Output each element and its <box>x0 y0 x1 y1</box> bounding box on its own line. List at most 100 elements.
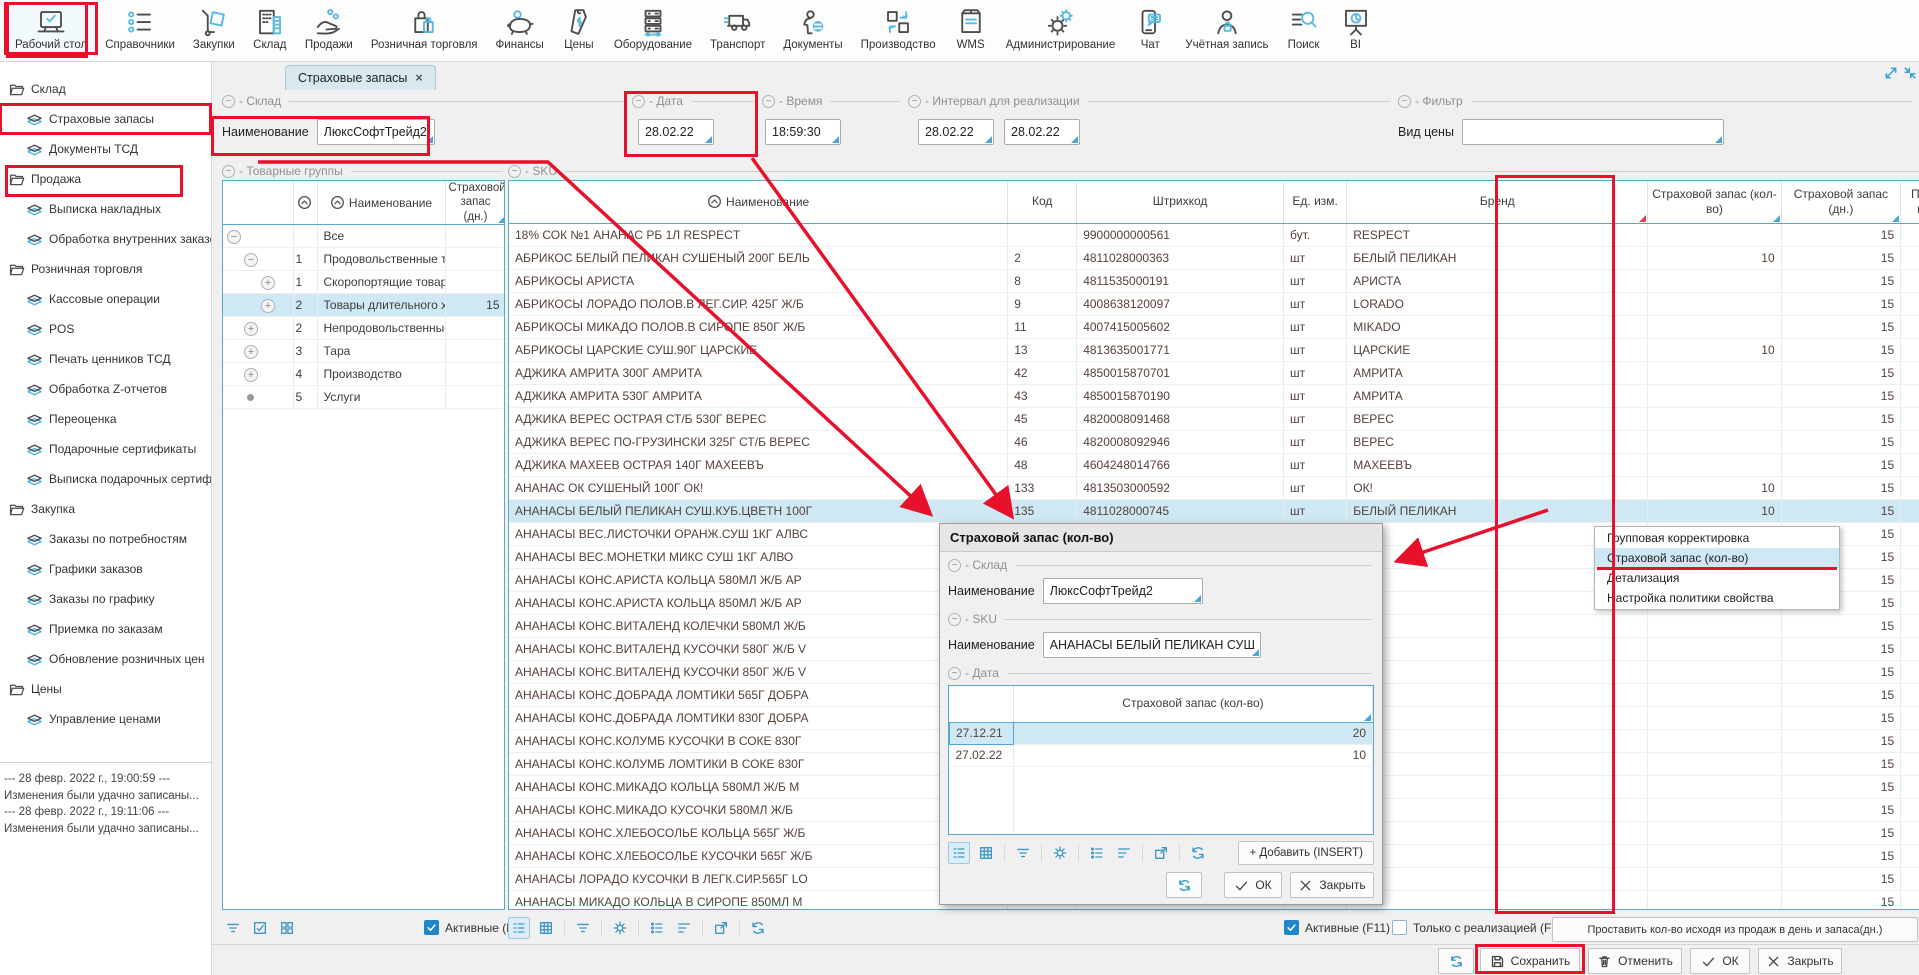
expand-node-icon[interactable]: + <box>261 299 275 313</box>
sidebar-item[interactable]: Кассовые операции <box>0 284 211 314</box>
warehouse-name-input[interactable] <box>317 119 435 145</box>
sku-row[interactable]: АДЖИКА ВЕРЕС ОСТРАЯ СТ/Б 530Г ВЕРЕС45482… <box>509 407 1919 430</box>
days-column-header[interactable]: Страховой запас (дн.) <box>445 181 505 225</box>
sku-row[interactable]: АБРИКОСЫ ЦАРСКИЕ СУШ.90Г ЦАРСКИЕ13481363… <box>509 338 1919 361</box>
numbered-list-icon[interactable] <box>1086 842 1108 864</box>
sidebar-folder[interactable]: Цены <box>0 674 211 704</box>
sidebar-item[interactable]: Заказы по потребностям <box>0 524 211 554</box>
checkbox-active-f11[interactable]: Активные (F11) <box>1284 920 1390 935</box>
column-header[interactable]: Наименование <box>509 181 1008 223</box>
sidebar-item[interactable]: Приемка по заказам <box>0 614 211 644</box>
column-header[interactable]: Страховой запас (дн.) <box>1781 181 1901 223</box>
toolbar-item-catalogs[interactable]: Справочники <box>96 4 184 53</box>
sku-row[interactable]: АБРИКОС БЕЛЫЙ ПЕЛИКАН СУШЕНЫЙ 200Г БЕЛЬ2… <box>509 246 1919 269</box>
dialog-date-row[interactable]: 27.12.2120 <box>950 722 1373 744</box>
interval-to-input[interactable] <box>1004 119 1080 145</box>
toolbar-item-purchases[interactable]: Закупки <box>184 4 244 53</box>
toolbar-item-administration[interactable]: Администрирование <box>997 4 1125 53</box>
sku-row[interactable]: 18% СОК №1 АНАНАС РБ 1Л RESPECT990000000… <box>509 223 1919 246</box>
collapse-icon[interactable]: − <box>762 95 775 108</box>
restore-icon[interactable] <box>1903 66 1917 80</box>
close-button[interactable]: Закрыть <box>1758 948 1842 974</box>
sku-row[interactable]: АДЖИКА АМРИТА 530Г АМРИТА434850015870190… <box>509 384 1919 407</box>
add-insert-button[interactable]: + Добавить (INSERT) <box>1238 841 1374 865</box>
gear-icon[interactable] <box>609 917 631 939</box>
date-input[interactable] <box>638 119 714 145</box>
goods-group-row[interactable]: +4Производство <box>223 363 505 386</box>
toolbar-item-production[interactable]: Производство <box>852 4 945 53</box>
column-header[interactable]: Штрихкод <box>1077 181 1284 223</box>
price-type-input[interactable] <box>1462 119 1724 145</box>
context-menu-item[interactable]: Групповая корректировка <box>1595 528 1839 548</box>
sidebar-item[interactable]: Обработка Z-отчетов <box>0 374 211 404</box>
dialog-refresh-button[interactable] <box>1166 872 1202 898</box>
collapse-icon[interactable]: − <box>508 165 521 178</box>
time-input[interactable] <box>765 119 841 145</box>
column-header[interactable]: Бренд <box>1347 181 1648 223</box>
goods-group-row[interactable]: +1Скоропортящие товары <box>223 271 505 294</box>
sidebar-item[interactable]: Переоценка <box>0 404 211 434</box>
sort-list-icon[interactable] <box>1113 842 1135 864</box>
sync-icon[interactable] <box>747 917 769 939</box>
column-header[interactable]: Страховой запас (кол-во) <box>1648 181 1781 223</box>
goods-group-row[interactable]: +2Непродовольственные т <box>223 317 505 340</box>
table-icon[interactable] <box>535 917 557 939</box>
list-icon[interactable] <box>948 842 970 864</box>
fill-quantity-button[interactable]: Проставить кол-во исходя из продаж в ден… <box>1552 917 1918 942</box>
collapse-icon[interactable]: − <box>1398 95 1411 108</box>
refresh-button[interactable] <box>1438 948 1474 974</box>
dialog-title[interactable]: Страховой запас (кол-во) <box>940 524 1382 552</box>
toolbar-item-transport[interactable]: Транспорт <box>701 4 774 53</box>
gear-icon[interactable] <box>1049 842 1071 864</box>
sidebar-item[interactable]: Печать ценников ТСД <box>0 344 211 374</box>
collapse-icon[interactable]: − <box>222 95 235 108</box>
maximize-icon[interactable] <box>1884 66 1898 80</box>
sidebar-folder[interactable]: Продажа <box>0 164 211 194</box>
expand-node-icon[interactable]: + <box>244 322 258 336</box>
export-icon[interactable] <box>1150 842 1172 864</box>
ok-button[interactable]: ОК <box>1690 948 1750 974</box>
select-icon[interactable] <box>249 917 271 939</box>
sidebar-item[interactable]: Заказы по графику <box>0 584 211 614</box>
collapse-icon[interactable]: − <box>222 165 235 178</box>
interval-from-input[interactable] <box>918 119 994 145</box>
sidebar-item[interactable]: Выписка накладных <box>0 194 211 224</box>
toolbar-item-equipment[interactable]: Оборудование <box>605 4 701 53</box>
toolbar-item-chat[interactable]: Чат <box>1124 4 1176 53</box>
date-cell[interactable]: 27.12.21 <box>950 722 1014 744</box>
sidebar-item[interactable]: POS <box>0 314 211 344</box>
sort-header[interactable] <box>293 181 317 225</box>
sku-row[interactable]: АДЖИКА ВЕРЕС ПО-ГРУЗИНСКИ 325Г СТ/Б ВЕРЕ… <box>509 430 1919 453</box>
sku-row[interactable]: АДЖИКА АМРИТА 300Г АМРИТА424850015870701… <box>509 361 1919 384</box>
context-menu-item[interactable]: Настройка политики свойства <box>1595 588 1839 608</box>
goods-group-row[interactable]: −Все <box>223 225 505 248</box>
sidebar-item[interactable]: Обработка внутренних заказов <box>0 224 211 254</box>
toolbar-item-warehouse[interactable]: Склад <box>244 4 296 53</box>
expand-node-icon[interactable]: + <box>244 345 258 359</box>
column-header[interactable]: Код <box>1008 181 1077 223</box>
export-icon[interactable] <box>710 917 732 939</box>
filter-icon[interactable] <box>222 917 244 939</box>
collapse-icon[interactable]: − <box>948 667 961 680</box>
toolbar-item-search[interactable]: Поиск <box>1278 4 1330 53</box>
sku-row[interactable]: АБРИКОСЫ МИКАДО ПОЛОВ.В СИРОПЕ 850Г Ж/Б1… <box>509 315 1919 338</box>
dialog-sku-input[interactable] <box>1043 632 1261 658</box>
qty-cell[interactable]: 10 <box>1014 744 1373 766</box>
sort-list-icon[interactable] <box>673 917 695 939</box>
toolbar-item-documents[interactable]: Документы <box>774 4 851 53</box>
toolbar-item-desktop[interactable]: Рабочий стол <box>6 4 96 53</box>
qty-column-header[interactable]: Страховой запас (кол-во) <box>1014 686 1373 722</box>
sidebar-folder[interactable]: Закупка <box>0 494 211 524</box>
collapse-icon[interactable]: − <box>908 95 921 108</box>
sidebar-item[interactable]: Подарочные сертификаты <box>0 434 211 464</box>
sync-icon[interactable] <box>1187 842 1209 864</box>
expand-node-icon[interactable]: + <box>261 276 275 290</box>
dialog-date-row[interactable]: 27.02.2210 <box>950 744 1373 766</box>
grid-icon[interactable] <box>276 917 298 939</box>
context-menu-item[interactable]: Страховой запас (кол-во) <box>1595 548 1839 568</box>
sidebar-item[interactable]: Графики заказов <box>0 554 211 584</box>
goods-group-row[interactable]: +2Товары длительного хра15 <box>223 294 505 317</box>
cancel-button[interactable]: Отменить <box>1588 948 1682 974</box>
dialog-warehouse-input[interactable] <box>1043 578 1203 604</box>
collapse-node-icon[interactable]: − <box>244 253 258 267</box>
